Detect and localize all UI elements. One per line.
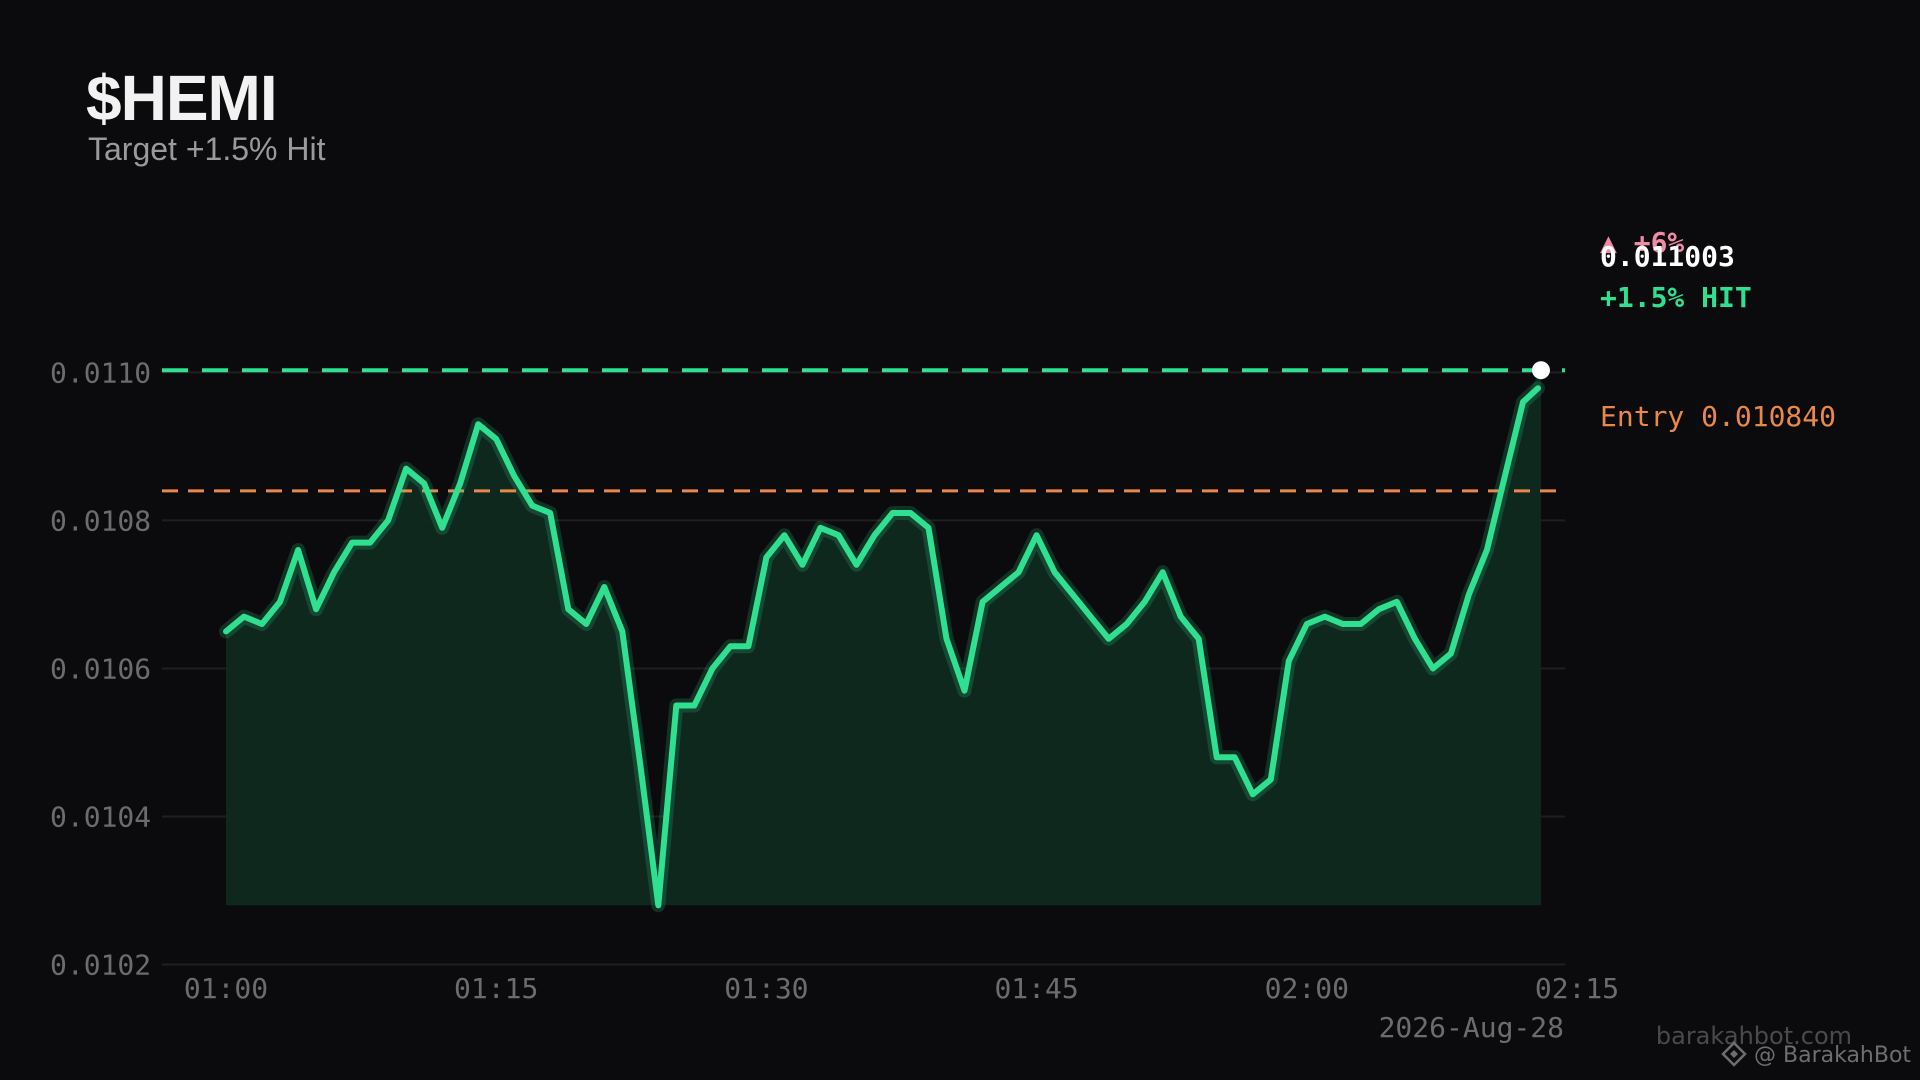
y-tick-label: 0.0110: [50, 356, 151, 389]
y-tick-label: 0.0108: [50, 504, 151, 537]
last-price-point: [1531, 361, 1550, 380]
entry-price-label: Entry 0.010840: [1600, 400, 1836, 433]
y-tick-label: 0.0102: [50, 948, 151, 981]
x-tick-label: 02:15: [1535, 972, 1619, 1005]
chart-stage: $HEMI Target +1.5% Hit 0.0102 0.0104 0.010…: [0, 0, 1920, 1080]
x-tick-label: 01:00: [184, 972, 268, 1005]
chart-date: 2026-Aug-28: [1379, 1011, 1564, 1044]
target-hit-label: +1.5% HIT: [1600, 281, 1752, 314]
x-axis-ticks: 01:00 01:15 01:30 01:45 02:00 02:15: [184, 972, 1619, 1005]
y-axis-ticks: 0.0102 0.0104 0.0106 0.0108 0.0110: [50, 356, 151, 981]
current-price-label: 0.011003: [1600, 240, 1735, 273]
x-tick-label: 02:00: [1265, 972, 1349, 1005]
x-tick-label: 01:45: [994, 972, 1078, 1005]
x-tick-label: 01:15: [454, 972, 538, 1005]
y-tick-label: 0.0106: [50, 652, 151, 685]
price-area-fill: [226, 370, 1541, 906]
watermark-handle-text: @ BarakahBot: [1754, 1043, 1911, 1068]
y-tick-label: 0.0104: [50, 800, 151, 833]
price-chart: 0.0102 0.0104 0.0106 0.0108 0.0110 01:00 01:1…: [50, 226, 1911, 1068]
x-tick-label: 01:30: [724, 972, 808, 1005]
